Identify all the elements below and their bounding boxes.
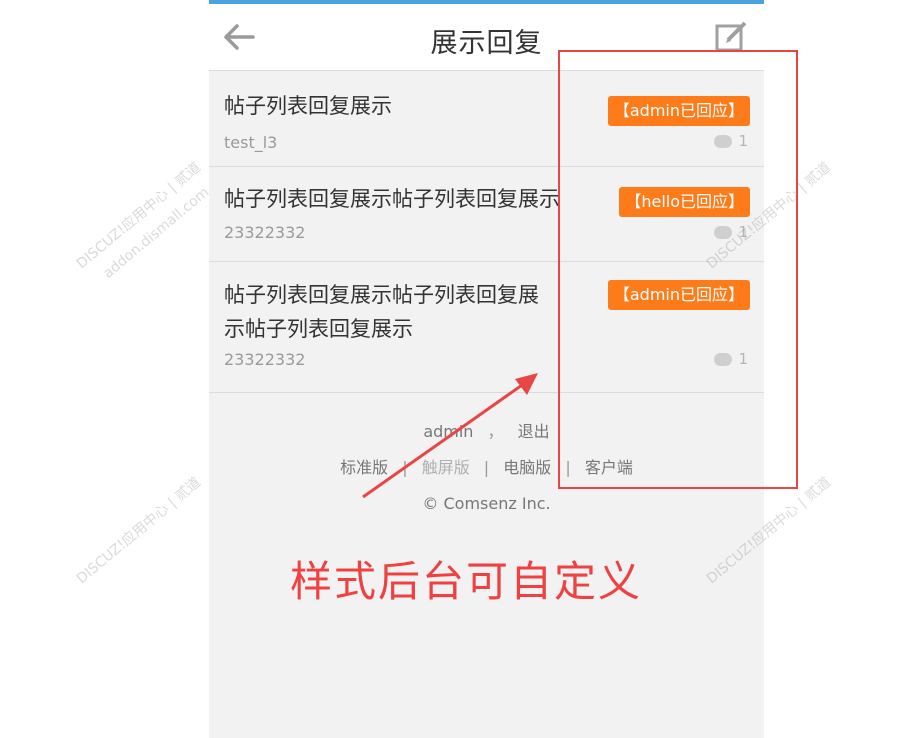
thread-title-line-2[interactable]: 示帖子列表回复展示 (224, 312, 413, 346)
compose-icon[interactable] (714, 20, 750, 54)
watermark: DISCUZ!应用中心 | 贰道 (73, 474, 204, 588)
thread-author: 23322332 (224, 223, 306, 242)
thread-title[interactable]: 帖子列表回复展示 (224, 89, 392, 123)
thread-title[interactable]: 帖子列表回复展示帖子列表回复展示 (224, 182, 560, 216)
thread-author: 23322332 (224, 350, 306, 369)
thread-author: test_l3 (224, 133, 278, 152)
thread-title-line-1[interactable]: 帖子列表回复展示帖子列表回复展 (224, 278, 539, 312)
annotation-arrow-icon (362, 373, 538, 499)
annotation-caption: 样式后台可自定义 (290, 557, 643, 606)
highlight-box (558, 50, 798, 489)
